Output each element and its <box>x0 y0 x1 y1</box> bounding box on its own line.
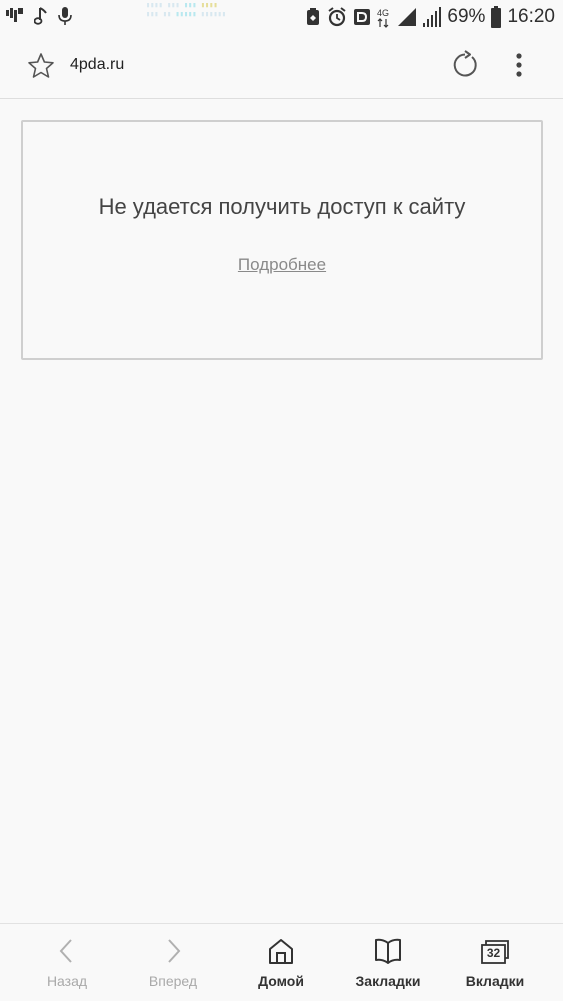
tabs-count: 32 <box>486 946 501 960</box>
tabs-button[interactable]: 32 Вкладки <box>439 924 551 1001</box>
music-note-icon <box>34 7 48 25</box>
chevron-left-icon <box>52 936 82 966</box>
tabs-icon: 32 <box>480 936 510 966</box>
home-button[interactable]: Домой <box>225 924 337 1001</box>
bookmarks-book-icon <box>373 936 403 966</box>
home-label: Домой <box>258 973 304 989</box>
carrier-logo-icon <box>6 8 24 24</box>
battery-saver-icon <box>305 8 321 26</box>
forward-button[interactable]: Вперед <box>117 924 229 1001</box>
tabs-label: Вкладки <box>465 973 525 989</box>
forward-label: Вперед <box>148 973 198 989</box>
bookmarks-button[interactable]: Закладки <box>332 924 444 1001</box>
url-bar: 4pda.ru <box>0 34 563 99</box>
star-icon[interactable] <box>27 52 55 80</box>
network-4g-icon: 4G <box>377 6 391 28</box>
back-button[interactable]: Назад <box>11 924 123 1001</box>
network-speed-overlay: ▮▮▮▮ ▮▮▮ ▮▮▮ ▮▮▮▮ ▮▮▮ ▮▮ ▮▮▮▮▮ ▮▮▮▮▮▮ <box>146 1 227 18</box>
details-link[interactable]: Подробнее <box>23 255 541 275</box>
bottom-navigation: Назад Вперед Домой Закладки 32 Вкладки <box>0 923 563 1001</box>
error-message-box: Не удается получить доступ к сайту Подро… <box>21 120 543 360</box>
reload-icon[interactable] <box>450 50 480 80</box>
status-right-icons: 4G 69% 16:20 <box>305 5 555 29</box>
more-vert-icon[interactable] <box>509 51 529 79</box>
error-title: Не удается получить доступ к сайту <box>98 194 466 219</box>
bookmarks-label: Закладки <box>355 973 421 989</box>
alarm-icon <box>327 7 347 27</box>
status-bar: ▮▮▮▮ ▮▮▮ ▮▮▮ ▮▮▮▮ ▮▮▮ ▮▮ ▮▮▮▮▮ ▮▮▮▮▮▮ 4G… <box>0 0 563 34</box>
signal-bars-icon <box>423 7 442 27</box>
battery-icon <box>491 6 502 28</box>
status-left-icons <box>6 7 72 25</box>
svg-text:4G: 4G <box>377 8 389 18</box>
chevron-right-icon <box>158 936 188 966</box>
signal-icon <box>397 7 417 27</box>
battery-percent: 69% <box>447 6 486 27</box>
back-label: Назад <box>46 973 88 989</box>
url-text[interactable]: 4pda.ru <box>70 56 124 74</box>
microphone-icon <box>58 7 72 25</box>
home-icon <box>266 936 296 966</box>
nfc-icon <box>353 8 371 26</box>
clock: 16:20 <box>507 6 555 27</box>
